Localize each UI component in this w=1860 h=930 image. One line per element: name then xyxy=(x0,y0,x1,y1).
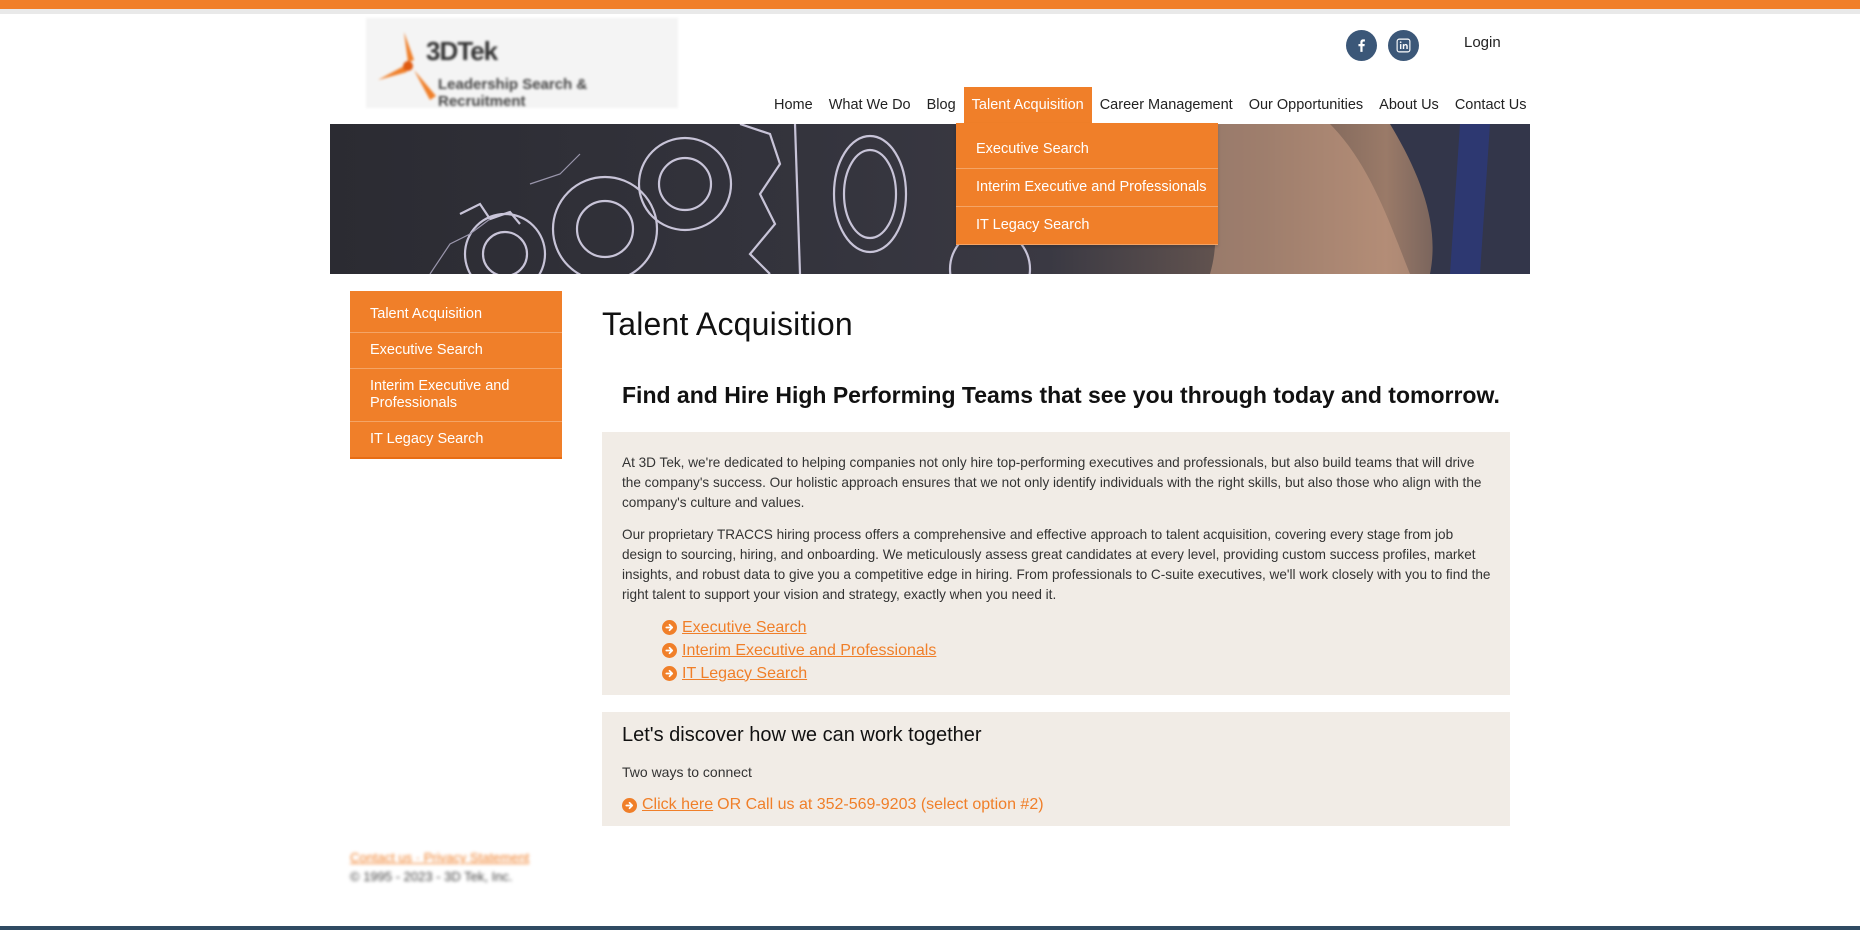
talent-acquisition-dropdown: Executive Search Interim Executive and P… xyxy=(956,123,1218,245)
contact-cta-panel: Let's discover how we can work together … xyxy=(602,712,1510,826)
arrow-circle-icon xyxy=(662,620,677,635)
dropdown-item-executive-search[interactable]: Executive Search xyxy=(956,131,1218,169)
link-interim-executive[interactable]: Interim Executive and Professionals xyxy=(682,642,936,660)
intro-paragraph-1: At 3D Tek, we're dedicated to helping co… xyxy=(622,455,1482,510)
linkedin-icon[interactable] xyxy=(1388,30,1419,61)
sidebar-item-interim-executive[interactable]: Interim Executive and Professionals xyxy=(350,369,562,422)
top-accent-bar xyxy=(0,0,1860,9)
cta-subheading: Two ways to connect xyxy=(622,764,752,780)
sidebar-item-it-legacy-search[interactable]: IT Legacy Search xyxy=(350,422,562,457)
logo-name: 3DTek xyxy=(426,36,498,66)
link-it-legacy-search[interactable]: IT Legacy Search xyxy=(682,665,807,683)
nav-item-blog[interactable]: Blog xyxy=(919,87,964,123)
list-item: IT Legacy Search xyxy=(662,662,936,685)
nav-item-home[interactable]: Home xyxy=(766,87,821,123)
service-links: Executive Search Interim Executive and P… xyxy=(662,616,936,685)
arrow-circle-icon xyxy=(662,643,677,658)
sidebar-item-talent-acquisition[interactable]: Talent Acquisition xyxy=(350,297,562,333)
site-logo[interactable]: 3DTek Leadership Search & Recruitment xyxy=(366,18,678,108)
sidebar-item-executive-search[interactable]: Executive Search xyxy=(350,333,562,369)
dropdown-item-interim-executive[interactable]: Interim Executive and Professionals xyxy=(956,169,1218,207)
nav-item-contact-us[interactable]: Contact Us xyxy=(1447,87,1535,123)
list-item: Interim Executive and Professionals xyxy=(662,639,936,662)
click-here-link[interactable]: Click here xyxy=(642,796,713,814)
logo-tagline: Leadership Search & Recruitment xyxy=(438,76,588,108)
nav-item-what-we-do[interactable]: What We Do xyxy=(821,87,919,123)
gears-illustration xyxy=(429,124,1530,274)
nav-item-about-us[interactable]: About Us xyxy=(1371,87,1447,123)
intro-panel: At 3D Tek, we're dedicated to helping co… xyxy=(602,432,1510,695)
bottom-bar xyxy=(0,926,1860,930)
dropdown-item-it-legacy-search[interactable]: IT Legacy Search xyxy=(956,207,1218,245)
footer-copyright: © 1995 - 2023 - 3D Tek, Inc. xyxy=(350,869,513,884)
sidebar-nav: Talent Acquisition Executive Search Inte… xyxy=(350,291,562,459)
hero-banner xyxy=(330,124,1530,274)
cta-line: Click here OR Call us at 352-569-9203 (s… xyxy=(622,796,1044,814)
arrow-circle-icon xyxy=(622,797,637,813)
page-tagline: Find and Hire High Performing Teams that… xyxy=(622,382,1500,408)
nav-item-career-management[interactable]: Career Management xyxy=(1092,87,1241,123)
cta-heading: Let's discover how we can work together xyxy=(622,724,982,746)
footer: Contact us · Privacy Statement © 1995 - … xyxy=(350,848,529,886)
nav-item-talent-acquisition[interactable]: Talent Acquisition xyxy=(963,87,1092,123)
nav-item-our-opportunities[interactable]: Our Opportunities xyxy=(1241,87,1371,123)
main-nav: Home What We Do Blog Talent Acquisition … xyxy=(766,87,1535,123)
facebook-icon[interactable] xyxy=(1346,30,1377,61)
call-us-text: OR Call us at 352-569-9203 (select optio… xyxy=(717,796,1044,813)
footer-links[interactable]: Contact us · Privacy Statement xyxy=(350,848,529,867)
intro-paragraph-2: Our proprietary TRACCS hiring process of… xyxy=(622,527,1491,602)
arrow-circle-icon xyxy=(662,666,677,681)
page-title: Talent Acquisition xyxy=(602,306,853,342)
list-item: Executive Search xyxy=(662,616,936,639)
top-accent-shadow xyxy=(0,9,1860,14)
login-link[interactable]: Login xyxy=(1464,34,1501,51)
link-executive-search[interactable]: Executive Search xyxy=(682,619,807,637)
